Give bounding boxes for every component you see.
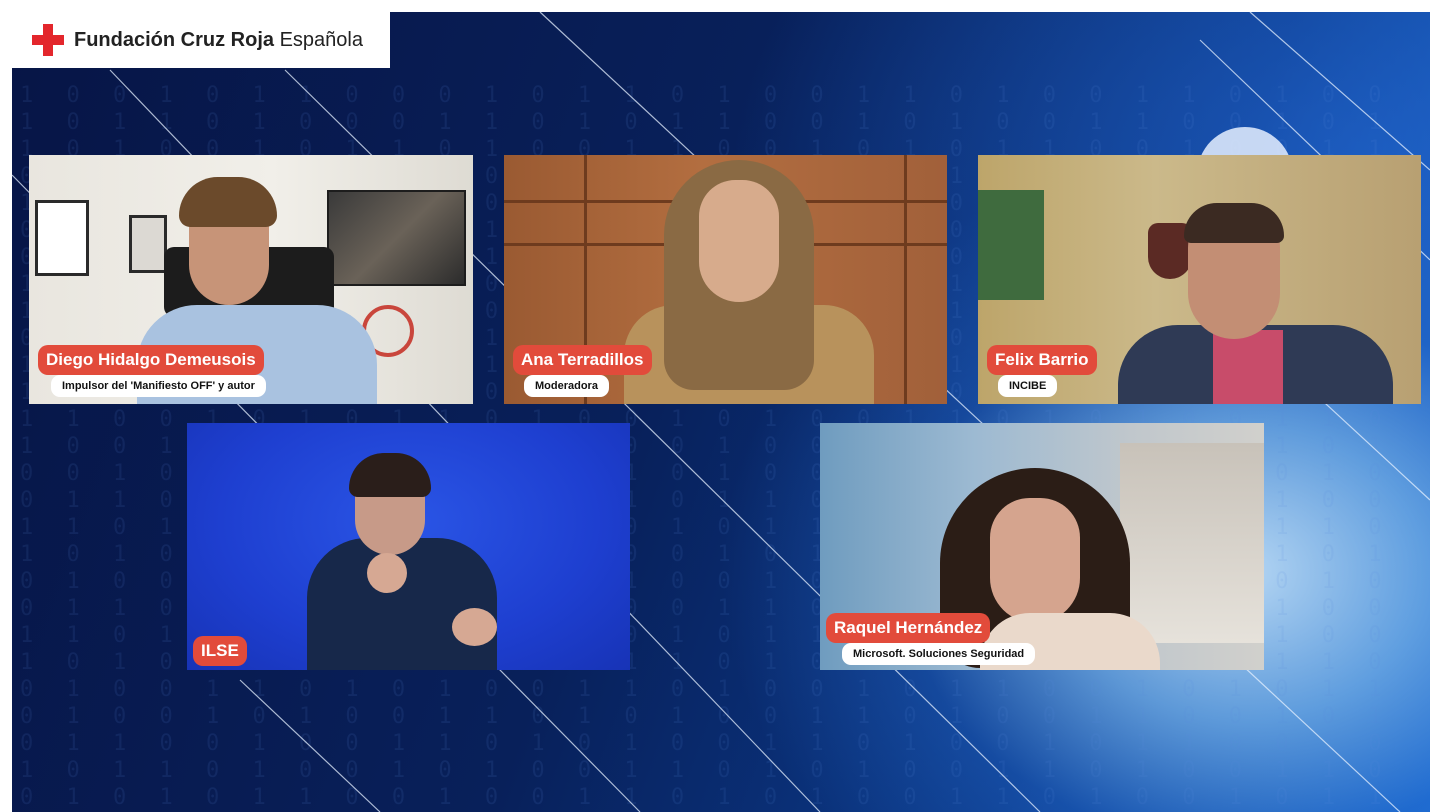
wall-frame-middle — [129, 215, 167, 273]
video-tile-raquel[interactable]: Raquel Hernández Microsoft. Soluciones S… — [820, 423, 1264, 670]
wall-photo — [327, 190, 466, 286]
person-shirt — [1213, 330, 1283, 404]
participant-name: Diego Hidalgo Demeusois — [38, 345, 264, 375]
participant-role: Moderadora — [524, 375, 609, 397]
brand-name: Fundación Cruz Roja Española — [74, 28, 363, 51]
participant-name: Raquel Hernández — [826, 613, 991, 643]
participant-role: Microsoft. Soluciones Seguridad — [842, 643, 1036, 665]
video-tile-ilse[interactable]: ILSE — [187, 423, 630, 670]
decorative-lines — [11, 11, 1430, 812]
person-hair — [1184, 203, 1284, 243]
wall-frame-left — [35, 200, 89, 276]
brand-logo: Fundación Cruz Roja Española — [12, 12, 390, 68]
signing-hand — [452, 608, 497, 646]
wall-picture — [978, 190, 1044, 300]
video-tile-ana[interactable]: Ana Terradillos Moderadora — [504, 155, 947, 404]
participant-name: ILSE — [193, 636, 247, 666]
participant-role: Impulsor del 'Manifiesto OFF' y autor — [51, 375, 266, 397]
person-head — [990, 498, 1080, 623]
wood-panel-line — [904, 155, 907, 404]
person-body — [307, 538, 497, 670]
participant-role: INCIBE — [998, 375, 1058, 397]
participant-name: Felix Barrio — [987, 345, 1097, 375]
person-hair — [349, 453, 431, 497]
signing-hand — [367, 553, 407, 593]
video-tile-diego[interactable]: Diego Hidalgo Demeusois Impulsor del 'Ma… — [29, 155, 473, 404]
participant-name: Ana Terradillos — [513, 345, 652, 375]
shelf — [1120, 443, 1264, 643]
person-hair — [179, 177, 277, 227]
red-cross-icon — [32, 24, 64, 56]
person-head — [699, 180, 779, 302]
video-tile-felix[interactable]: Felix Barrio INCIBE — [978, 155, 1421, 404]
